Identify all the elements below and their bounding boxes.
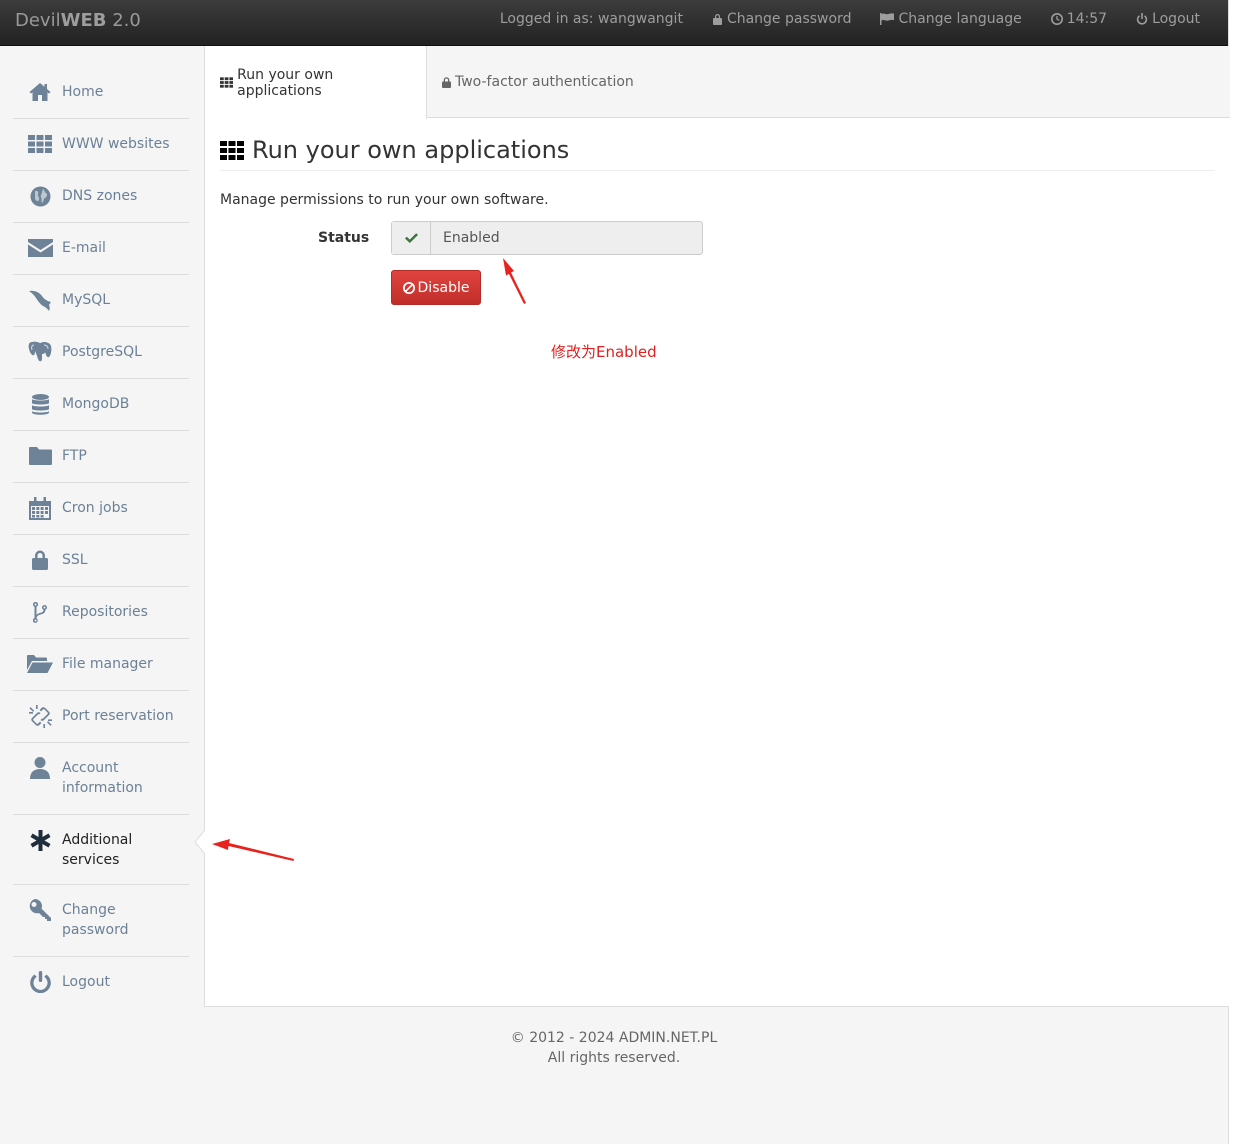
sidebar-item-change-password[interactable]: Change password (13, 885, 189, 957)
tab-two-factor-authentication[interactable]: Two-factor authentication (427, 46, 649, 118)
sidebar-item-label: Port reservation (62, 708, 174, 724)
folder-open-icon (27, 653, 53, 675)
key-icon (27, 899, 53, 921)
active-item-pointer (195, 830, 205, 854)
unlink-icon (27, 704, 53, 728)
elephant-icon (27, 341, 53, 363)
sidebar-item-port-reservation[interactable]: Port reservation (13, 691, 189, 743)
lock-icon (442, 76, 451, 88)
dolphin-icon (27, 289, 53, 311)
sidebar-item-file-manager[interactable]: File manager (13, 639, 189, 691)
change-password-label: Change password (726, 11, 852, 27)
page-title: Run your own applications (220, 136, 1215, 171)
sidebar-item-dns-zones[interactable]: DNS zones (13, 171, 189, 223)
logout-label: Logout (1152, 11, 1200, 27)
page-title-text: Run your own applications (252, 136, 570, 164)
tab-run-your-own-applications[interactable]: Run your own applications (205, 46, 427, 119)
sidebar-item-postgresql[interactable]: PostgreSQL (13, 327, 189, 379)
sidebar-item-label: Repositories (62, 604, 148, 620)
home-icon (27, 81, 53, 103)
change-language-link[interactable]: Change language (880, 11, 1022, 27)
tab-bar: Run your own applications Two-factor aut… (205, 46, 1230, 119)
disable-button[interactable]: Disable (391, 270, 481, 305)
logged-in-label: Logged in as: wangwangit (499, 11, 683, 27)
change-password-link[interactable]: Change password (712, 11, 852, 27)
sidebar-item-label: File manager (62, 656, 153, 672)
grid-icon (220, 140, 244, 160)
sidebar-item-cron-jobs[interactable]: Cron jobs (13, 483, 189, 535)
power-icon (27, 971, 53, 993)
sidebar-item-account-information[interactable]: Account information (13, 743, 189, 815)
ban-icon (402, 281, 415, 294)
window-edge (1228, 0, 1236, 1144)
change-language-label: Change language (898, 11, 1022, 27)
annotation-arrow-status (503, 258, 526, 304)
page-description: Manage permissions to run your own softw… (220, 192, 549, 208)
status-field: Enabled (391, 221, 703, 255)
brand-bold-text: WEB (60, 10, 107, 31)
logged-in-user: Logged in as: wangwangit (500, 11, 683, 27)
user-icon (27, 757, 53, 779)
sidebar-item-ftp[interactable]: FTP (13, 431, 189, 483)
lock-icon (27, 549, 53, 571)
clock-icon (1050, 13, 1063, 25)
database-icon (27, 393, 53, 415)
sidebar-item-www-websites[interactable]: WWW websites (13, 119, 189, 171)
sidebar-item-mongodb[interactable]: MongoDB (13, 379, 189, 431)
tab-label: Two-factor authentication (455, 74, 634, 90)
status-value: Enabled (443, 230, 500, 246)
tab-label: Run your own applications (237, 66, 334, 99)
logout-link[interactable]: Logout (1136, 11, 1200, 27)
sidebar-item-label: MySQL (62, 292, 111, 308)
lock-icon (712, 14, 722, 25)
power-icon (1136, 13, 1148, 25)
envelope-icon (27, 237, 53, 259)
sidebar-nav: Home WWW websites DNS zones E-mail MySQL… (13, 67, 189, 1009)
footer: © 2012 - 2024 ADMIN.NET.PL All rights re… (204, 1028, 1024, 1068)
annotation-arrow-sidebar (212, 839, 294, 861)
asterisk-icon (27, 829, 53, 851)
sidebar-item-label: FTP (62, 448, 87, 464)
footer-rights: All rights reserved. (547, 1050, 681, 1066)
brand-version: 2.0 (112, 10, 141, 31)
sidebar-item-label: DNS zones (62, 188, 138, 204)
time-label: 14:57 (1066, 11, 1108, 27)
main-panel: Run your own applications Two-factor aut… (204, 46, 1230, 1007)
sidebar-item-label: E-mail (62, 240, 106, 256)
sidebar-item-label: PostgreSQL (62, 344, 142, 360)
sidebar-item-repositories[interactable]: Repositories (13, 587, 189, 639)
status-addon (392, 222, 431, 254)
sidebar-item-label: Cron jobs (62, 500, 128, 516)
annotation-text: 修改为Enabled (551, 343, 657, 361)
footer-copyright: © 2012 - 2024 ADMIN.NET.PL (510, 1030, 718, 1046)
folder-icon (27, 445, 53, 467)
sidebar-item-e-mail[interactable]: E-mail (13, 223, 189, 275)
globe-icon (27, 185, 53, 207)
sidebar-item-ssl[interactable]: SSL (13, 535, 189, 587)
status-label: Status (318, 230, 370, 246)
sidebar-item-label: WWW websites (62, 136, 170, 152)
calendar-icon (27, 496, 53, 520)
sidebar-item-mysql[interactable]: MySQL (13, 275, 189, 327)
sidebar-item-label: Additional services (62, 832, 133, 868)
top-navbar: DevilWEB 2.0 Logged in as: wangwangit Ch… (0, 0, 1228, 46)
sidebar-item-label: Change password (62, 902, 129, 938)
check-icon (404, 233, 418, 243)
sidebar-item-home[interactable]: Home (13, 67, 189, 119)
sidebar-item-label: Account information (62, 760, 143, 796)
brand-logo[interactable]: DevilWEB 2.0 (15, 10, 141, 31)
sidebar-item-label: SSL (62, 552, 88, 568)
sidebar-item-label: Home (62, 84, 104, 100)
disable-button-label: Disable (417, 279, 470, 296)
clock: 14:57 (1050, 11, 1108, 27)
flag-icon (880, 13, 895, 25)
sidebar-item-logout[interactable]: Logout (13, 957, 189, 1009)
sidebar-item-label: Logout (62, 974, 110, 990)
sidebar-item-additional-services[interactable]: Additional services (13, 815, 189, 885)
grid-icon (27, 133, 53, 155)
brand-light-text: Devil (15, 10, 61, 31)
branch-icon (27, 601, 53, 623)
grid-icon (220, 77, 234, 88)
sidebar-item-label: MongoDB (62, 396, 130, 412)
